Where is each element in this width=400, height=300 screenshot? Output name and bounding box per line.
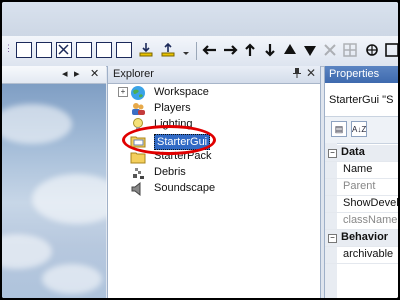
viewport-prev-button[interactable]: ◂ — [62, 67, 68, 80]
studio-window: ⋮⋮ ◂ ▸ ✕ Explorer ✕ + Workspace Players … — [0, 0, 400, 300]
zoom-box-icon[interactable] — [36, 42, 52, 58]
debris-icon — [130, 165, 146, 181]
group-box-icon[interactable] — [96, 42, 112, 58]
category-behavior[interactable]: − Behavior — [325, 230, 398, 247]
ungroup-box-icon[interactable] — [116, 42, 132, 58]
3d-viewport[interactable] — [2, 84, 122, 298]
collapse-data-icon[interactable]: − — [328, 149, 337, 158]
pin-icon[interactable] — [292, 67, 302, 82]
toolbar-separator — [196, 42, 197, 60]
disabled-cross-icon[interactable] — [322, 42, 338, 58]
viewport-close-button[interactable]: ✕ — [90, 67, 99, 80]
property-row-archivable[interactable]: archivable — [325, 247, 398, 264]
collapse-behavior-icon[interactable]: − — [328, 234, 337, 243]
properties-object-label: StarterGui "S — [329, 94, 394, 106]
surface-icon[interactable] — [384, 42, 398, 58]
property-row-classname[interactable]: className — [325, 213, 398, 230]
explorer-titlebar: Explorer ✕ — [108, 66, 320, 84]
players-icon — [130, 101, 146, 117]
property-row-name[interactable]: Name — [325, 162, 398, 179]
viewport-next-button[interactable]: ▸ — [74, 67, 80, 80]
highlight-circle — [122, 125, 216, 155]
property-row-showdevel[interactable]: ShowDevel — [325, 196, 398, 213]
weld-icon[interactable] — [364, 42, 380, 58]
properties-title: Properties — [329, 68, 380, 80]
rotate-icon[interactable] — [242, 42, 258, 58]
globe-icon — [130, 85, 146, 101]
properties-titlebar: Properties — [325, 66, 398, 83]
properties-toolbar: ▤ A↓Z — [325, 116, 398, 144]
disabled-grid-icon[interactable] — [342, 42, 358, 58]
speaker-icon — [130, 181, 146, 197]
expand-workspace-button[interactable]: + — [118, 87, 128, 97]
raise-icon[interactable] — [160, 42, 176, 58]
move-right-icon[interactable] — [222, 42, 238, 58]
title-strip — [2, 2, 398, 36]
explorer-close-button[interactable]: ✕ — [306, 66, 316, 80]
move-down-icon[interactable] — [302, 42, 318, 58]
alphabetical-sort-button[interactable]: A↓Z — [351, 121, 367, 137]
tilt-icon[interactable] — [262, 42, 278, 58]
lock-box-icon[interactable] — [76, 42, 92, 58]
select-box-icon[interactable] — [16, 42, 32, 58]
explorer-panel: Explorer ✕ + Workspace Players Lighting — [107, 66, 321, 298]
categorized-sort-button[interactable]: ▤ — [331, 121, 347, 137]
properties-panel: Properties StarterGui "S ▤ A↓Z − Data Na… — [324, 66, 398, 298]
category-data[interactable]: − Data — [325, 145, 398, 162]
move-left-icon[interactable] — [202, 42, 218, 58]
explorer-title: Explorer — [113, 68, 154, 80]
move-up-icon[interactable] — [282, 42, 298, 58]
viewport-tabbar: ◂ ▸ ✕ — [2, 66, 106, 84]
cross-box-icon[interactable] — [56, 42, 72, 58]
drop-icon[interactable] — [138, 42, 154, 58]
property-row-parent[interactable]: Parent — [325, 179, 398, 196]
